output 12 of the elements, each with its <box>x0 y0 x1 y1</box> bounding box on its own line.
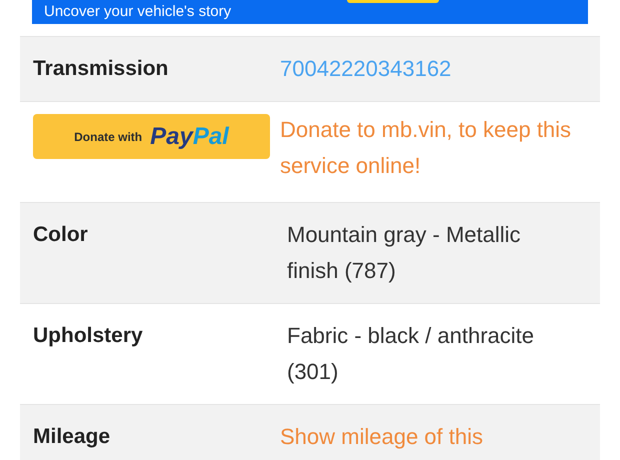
mileage-link[interactable]: Show mileage of this <box>280 419 572 455</box>
row-label: Upholstery <box>33 324 143 347</box>
banner-button[interactable] <box>347 0 439 3</box>
row-label: Color <box>33 223 88 246</box>
row-label: Transmission <box>33 57 168 80</box>
banner-tagline: Uncover your vehicle's story <box>44 3 232 22</box>
row-value: Fabric - black / anthracite (301) <box>286 322 535 386</box>
value-link[interactable]: 70042220343162 <box>280 51 572 87</box>
donate-paypal-button[interactable]: Donate with PayPal <box>33 114 270 159</box>
donate-message[interactable]: Donate to mb.vin, to keep this service online! <box>280 112 572 184</box>
row-value: Mountain gray - Metallic finish (787) <box>286 221 522 285</box>
row-label: Mileage <box>33 425 110 448</box>
